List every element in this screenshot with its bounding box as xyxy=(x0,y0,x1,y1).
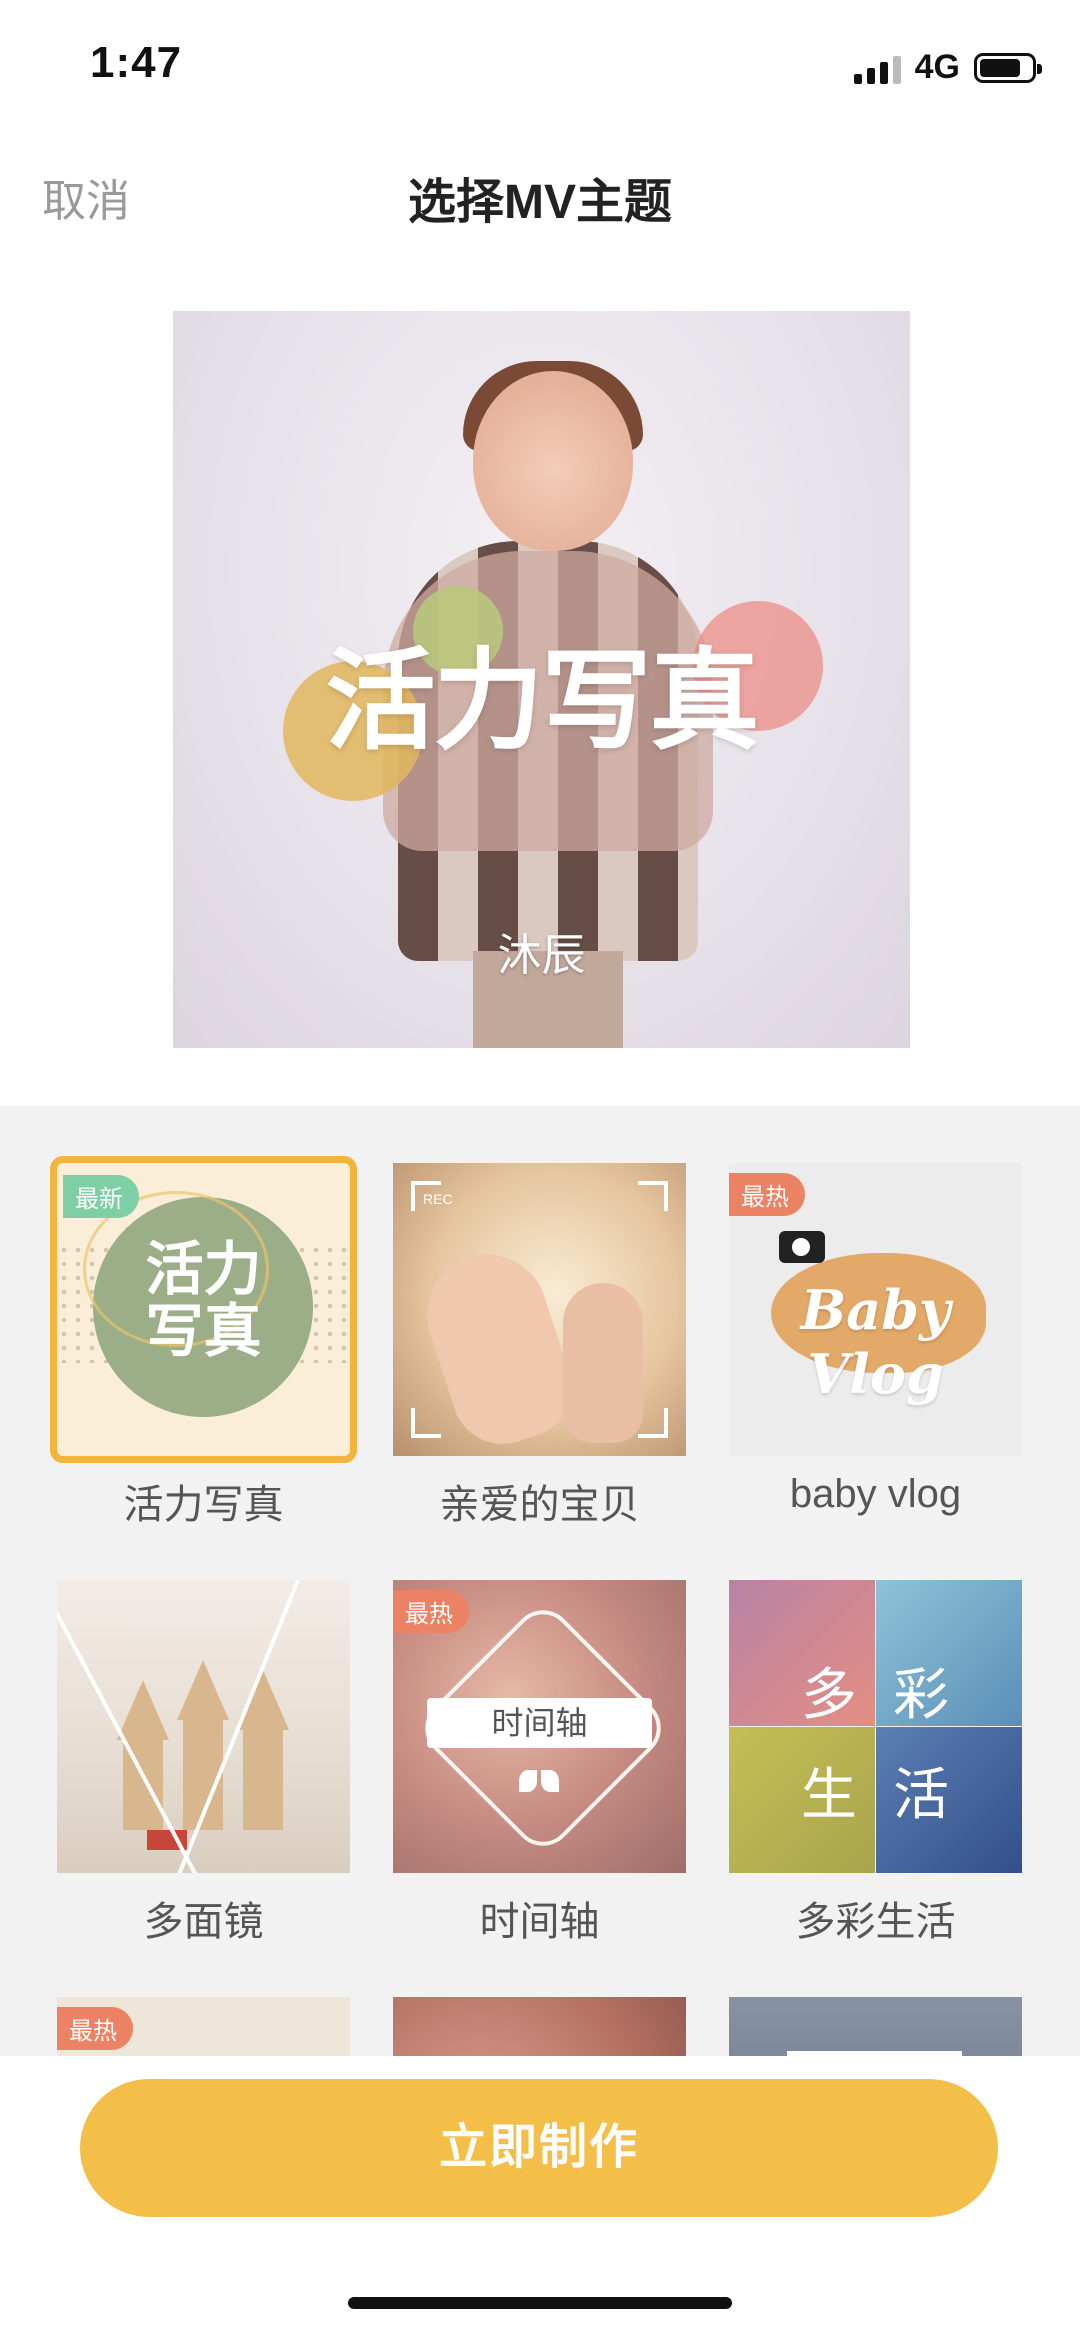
wood-block xyxy=(243,1730,283,1830)
status-icons: 4G xyxy=(853,48,1042,87)
theme-thumbnail[interactable]: 最热 时间轴 xyxy=(393,1580,686,1873)
theme-preview[interactable]: 活力写真 沐辰 xyxy=(173,311,910,1048)
theme-item-baby-vlog[interactable]: 最热 Baby Vlog baby vlog xyxy=(729,1163,1022,1517)
theme-label: 活力写真 xyxy=(123,1483,284,1527)
camera-icon xyxy=(779,1231,825,1263)
theme-label: baby vlog xyxy=(789,1472,962,1516)
preview-photo-face xyxy=(473,371,633,551)
rec-indicator: REC xyxy=(423,1191,453,1207)
theme-label: 时间轴 xyxy=(479,1900,600,1944)
thumbnail-art-text: 活力 写真 xyxy=(145,1237,262,1364)
frame-corner xyxy=(638,1408,668,1438)
page-title: 选择MV主题 xyxy=(407,176,672,229)
theme-item-qinai-de-baobei[interactable]: REC 亲爱的宝贝 xyxy=(393,1163,686,1530)
theme-grid: 最新 活力 写真 活力写真 REC 亲爱的宝贝 最热 Baby Vlog bab… xyxy=(0,1106,1080,2056)
home-indicator xyxy=(348,2297,732,2309)
theme-thumbnail[interactable]: 最新 活力 写真 xyxy=(50,1156,357,1463)
theme-label: 多彩生活 xyxy=(795,1900,956,1944)
network-label: 4G xyxy=(914,48,960,86)
baby-foot xyxy=(563,1283,643,1443)
theme-thumbnail[interactable] xyxy=(393,1997,686,2056)
new-badge: 最新 xyxy=(63,1175,139,1218)
theme-item-row3-1[interactable]: 最热 xyxy=(57,1997,350,2056)
theme-thumbnail[interactable]: 多 彩 生 活 xyxy=(729,1580,1022,1873)
make-now-button[interactable]: 立即制作 xyxy=(80,2079,998,2217)
hot-badge: 最热 xyxy=(393,1590,469,1633)
wood-block-roof xyxy=(117,1680,169,1740)
art-char: 多 xyxy=(801,1663,857,1726)
thumbnail-art-text: Baby Vlog xyxy=(800,1278,951,1406)
art-char: 生 xyxy=(801,1763,857,1826)
theme-item-row3-3[interactable] xyxy=(729,1997,1022,2056)
status-time: 1:47 xyxy=(90,38,183,87)
theme-item-shijianzhou[interactable]: 最热 时间轴 时间轴 xyxy=(393,1580,686,1947)
preview-name-caption: 沐辰 xyxy=(497,931,586,980)
art-char: 活 xyxy=(893,1763,949,1826)
thumbnail-art-text: 时间轴 xyxy=(427,1698,652,1748)
theme-thumbnail[interactable]: REC xyxy=(393,1163,686,1456)
hot-badge: 最热 xyxy=(57,2007,133,2050)
preview-theme-title: 活力写真 xyxy=(325,640,760,763)
frame-corner xyxy=(638,1181,668,1211)
status-bar: 1:47 4G xyxy=(0,0,1080,132)
wood-block-roof xyxy=(177,1660,229,1720)
theme-label: 亲爱的宝贝 xyxy=(439,1483,640,1527)
theme-item-huoli-xiezhen[interactable]: 最新 活力 写真 活力写真 xyxy=(50,1156,357,1530)
theme-item-row3-2[interactable] xyxy=(393,1997,686,2056)
theme-thumbnail[interactable] xyxy=(57,1580,350,1873)
theme-thumbnail[interactable] xyxy=(729,1997,1022,2056)
frame-corner xyxy=(411,1408,441,1438)
leaf-icon xyxy=(519,1770,559,1796)
theme-thumbnail[interactable]: 最热 Baby Vlog xyxy=(729,1163,1022,1456)
theme-item-duomianjing[interactable]: 多面镜 xyxy=(57,1580,350,1947)
theme-thumbnail[interactable]: 最热 xyxy=(57,1997,350,2056)
hot-badge: 最热 xyxy=(729,1173,805,1216)
signal-icon xyxy=(853,52,901,84)
battery-icon xyxy=(974,52,1042,83)
art-char: 彩 xyxy=(893,1663,949,1726)
theme-label: 多面镜 xyxy=(143,1900,264,1944)
theme-item-duocai-shenghuo[interactable]: 多 彩 生 活 多彩生活 xyxy=(729,1580,1022,1947)
wood-block-roof xyxy=(237,1670,289,1730)
